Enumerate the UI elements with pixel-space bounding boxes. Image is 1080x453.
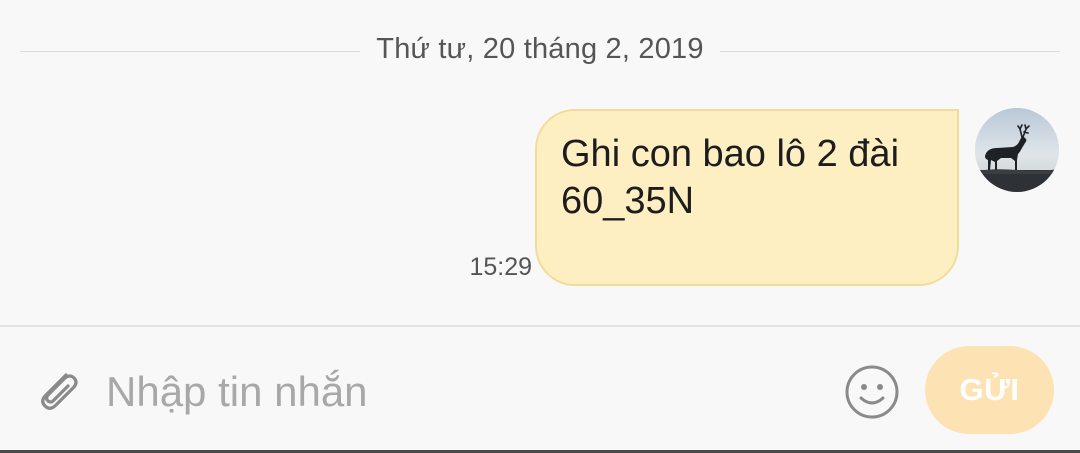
sender-avatar[interactable] [975,108,1059,192]
message-text: Ghi con bao lô 2 đài 60_35N [561,131,941,225]
messaging-screen: Thứ tư, 20 tháng 2, 2019 15:29 Ghi con b… [0,0,1080,453]
date-divider-right [720,51,1060,52]
message-text-line: 60_35N [561,180,695,222]
smiley-icon [845,365,899,419]
message-row: 15:29 Ghi con bao lô 2 đài 60_35N [0,108,1080,293]
message-input[interactable] [106,357,806,427]
date-separator: Thứ tư, 20 tháng 2, 2019 [20,28,1060,76]
deer-silhouette-icon [975,108,1059,192]
attach-button[interactable] [28,361,88,421]
emoji-button[interactable] [842,362,902,422]
date-separator-label: Thứ tư, 20 tháng 2, 2019 [376,33,704,65]
message-text-line: Ghi con bao lô 2 đài [561,133,900,175]
message-composer: GỬI [0,327,1080,453]
paperclip-icon [41,373,78,410]
send-button[interactable]: GỬI [925,346,1054,434]
message-timestamp: 15:29 [469,253,532,281]
message-bubble[interactable]: Ghi con bao lô 2 đài 60_35N [535,109,959,286]
date-divider-left [20,51,360,52]
